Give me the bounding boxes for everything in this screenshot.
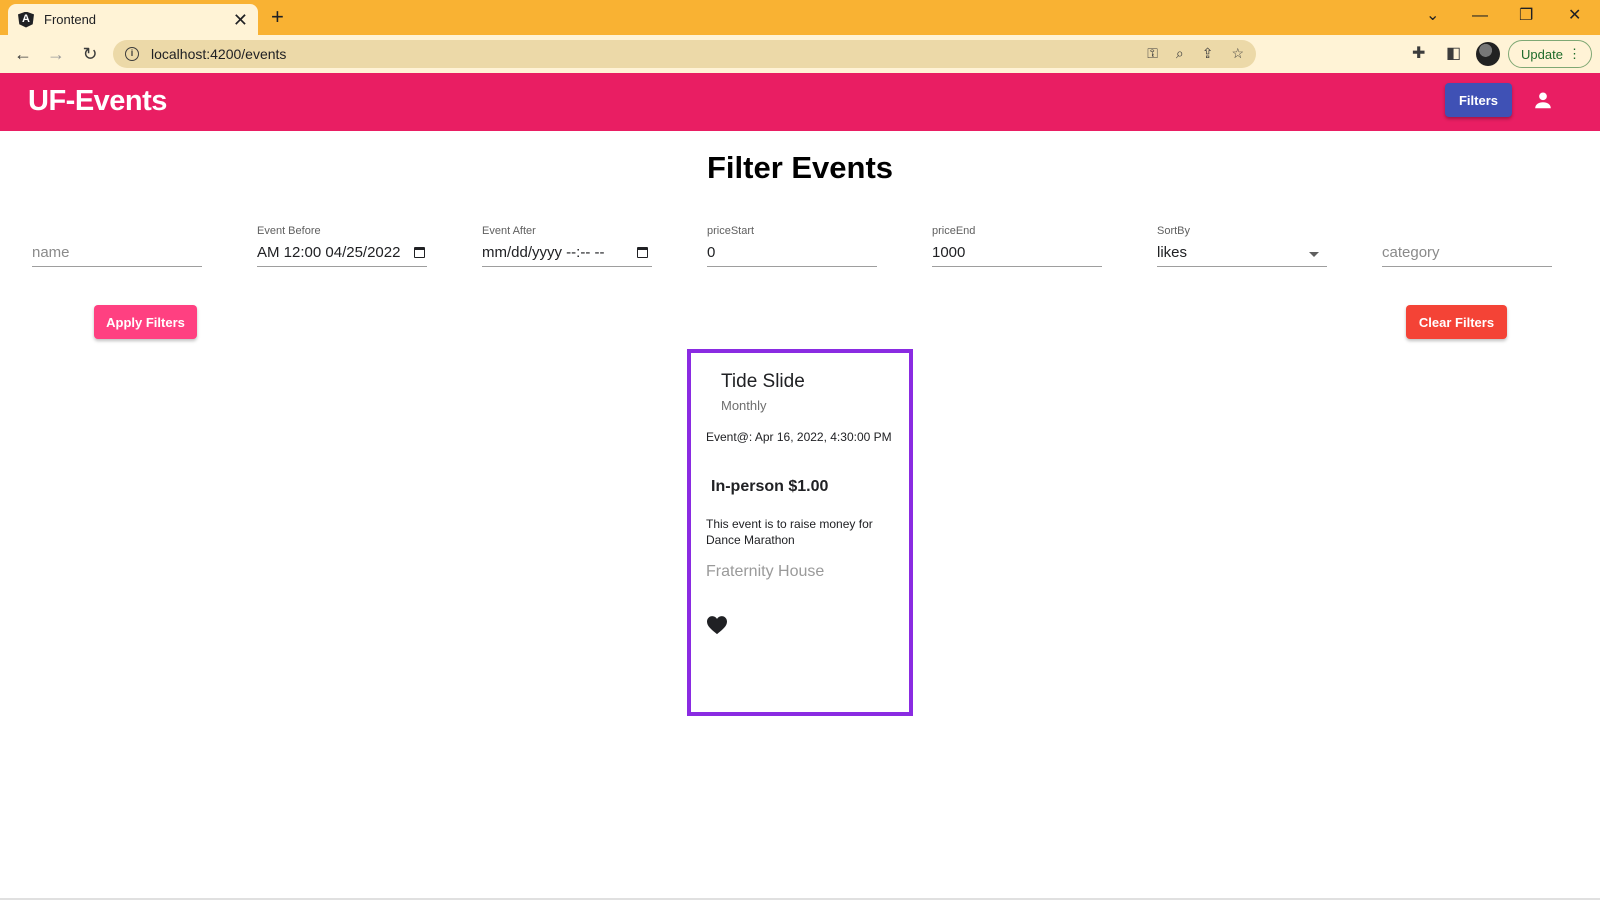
event-frequency: Monthly	[721, 398, 767, 413]
browser-toolbar: ← → ↻ i localhost:4200/events ⚿ ⌕ ⇪ ☆ ✚ …	[0, 35, 1600, 73]
dropdown-arrow-icon[interactable]	[1309, 252, 1319, 257]
angular-logo-icon	[18, 11, 34, 28]
name-field[interactable]: name	[32, 220, 202, 268]
event-price: In-person $1.00	[711, 478, 829, 495]
update-label: Update	[1521, 46, 1563, 62]
price-end-field[interactable]: priceEnd 1000	[932, 220, 1102, 268]
event-after-input[interactable]: mm/dd/yyyy --:-- --	[482, 244, 652, 261]
bookmark-star-icon[interactable]: ☆	[1231, 45, 1244, 62]
clear-filters-button[interactable]: Clear Filters	[1406, 305, 1507, 339]
category-field[interactable]: category	[1382, 220, 1552, 268]
site-info-icon[interactable]: i	[125, 47, 139, 61]
price-end-label: priceEnd	[932, 225, 976, 237]
brand-logo[interactable]: UF-Events	[28, 85, 167, 118]
sort-by-select[interactable]: SortBy likes	[1157, 220, 1327, 268]
new-tab-icon[interactable]: +	[271, 6, 284, 28]
back-icon[interactable]: ←	[13, 44, 33, 64]
window-close-icon[interactable]: ✕	[1568, 6, 1581, 26]
forward-icon[interactable]: →	[46, 44, 66, 64]
url-text: localhost:4200/events	[151, 46, 287, 62]
price-start-field[interactable]: priceStart 0	[707, 220, 877, 268]
event-after-label: Event After	[482, 225, 536, 237]
event-date: Event@: Apr 16, 2022, 4:30:00 PM	[706, 430, 892, 444]
extensions-icon[interactable]: ✚	[1412, 43, 1425, 63]
price-start-label: priceStart	[707, 225, 755, 237]
address-bar[interactable]: i localhost:4200/events ⚿ ⌕ ⇪ ☆	[113, 40, 1256, 68]
sort-by-underline	[1157, 266, 1327, 267]
name-input[interactable]: name	[32, 244, 202, 261]
app-header: UF-Events Filters	[0, 73, 1600, 131]
category-input[interactable]: category	[1382, 244, 1552, 261]
tab-title: Frontend	[44, 12, 97, 27]
event-title: Tide Slide	[721, 371, 805, 392]
event-location: Fraternity House	[706, 563, 825, 580]
event-after-underline	[482, 266, 652, 267]
price-start-input[interactable]: 0	[707, 244, 877, 261]
more-menu-icon[interactable]: ⋮	[1568, 46, 1581, 62]
tab-search-icon[interactable]: ⌄	[1426, 6, 1439, 26]
tab-close-icon[interactable]: ✕	[233, 11, 248, 29]
price-end-underline	[932, 266, 1102, 267]
apply-filters-button[interactable]: Apply Filters	[94, 305, 197, 339]
side-panel-icon[interactable]: ◧	[1446, 43, 1461, 63]
name-underline	[32, 266, 202, 267]
calendar-icon[interactable]	[637, 247, 648, 258]
account-icon[interactable]	[1532, 89, 1554, 111]
browser-tab-bar: Frontend ✕ + ⌄ — ❐ ✕	[0, 0, 1600, 35]
update-button[interactable]: Update ⋮	[1508, 40, 1592, 68]
reload-icon[interactable]: ↻	[80, 44, 100, 64]
zoom-icon[interactable]: ⌕	[1176, 45, 1184, 62]
event-before-field[interactable]: Event Before 04/25/2022 12:00 AM	[257, 220, 427, 268]
event-after-field[interactable]: Event After mm/dd/yyyy --:-- --	[482, 220, 652, 268]
password-key-icon[interactable]: ⚿	[1147, 45, 1158, 62]
sort-by-label: SortBy	[1157, 225, 1191, 237]
minimize-icon[interactable]: —	[1472, 6, 1488, 26]
profile-avatar[interactable]	[1476, 42, 1500, 66]
page-title: Filter Events	[706, 150, 894, 185]
event-card[interactable]: Tide Slide Monthly Event@: Apr 16, 2022,…	[687, 349, 913, 716]
price-start-underline	[707, 266, 877, 267]
event-before-input[interactable]: 04/25/2022 12:00 AM	[257, 244, 409, 261]
share-icon[interactable]: ⇪	[1202, 45, 1214, 62]
price-end-input[interactable]: 1000	[932, 244, 1102, 261]
calendar-icon[interactable]	[414, 247, 425, 258]
restore-icon[interactable]: ❐	[1519, 6, 1533, 26]
sort-by-value[interactable]: likes	[1157, 244, 1327, 261]
filters-button[interactable]: Filters	[1445, 83, 1512, 117]
heart-icon[interactable]	[706, 615, 728, 635]
event-before-label: Event Before	[257, 225, 321, 237]
browser-tab[interactable]: Frontend ✕	[8, 4, 258, 35]
event-before-underline	[257, 266, 427, 267]
event-description: This event is to raise money for Dance M…	[706, 517, 873, 547]
category-underline	[1382, 266, 1552, 267]
